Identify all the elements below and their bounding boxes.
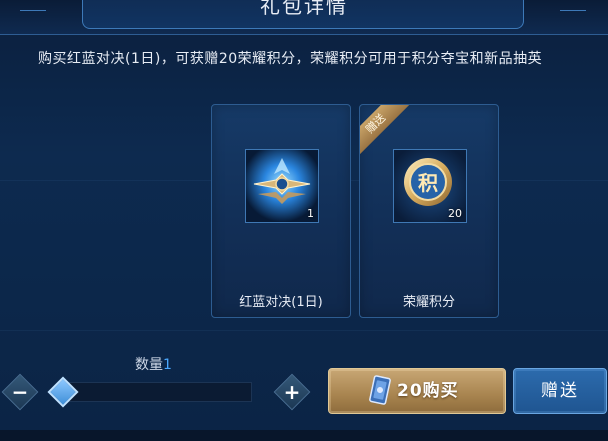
item-icon-frame[interactable]: 积 20 (393, 149, 467, 223)
pack-description: 购买红蓝对决(1日)，可获赠20荣耀积分，荣耀积分可用于积分夺宝和新品抽英 (38, 51, 543, 67)
buy-button[interactable]: 20购买 (328, 368, 506, 414)
item-icon-frame[interactable]: 1 (245, 149, 319, 223)
voucher-card-icon (369, 375, 391, 405)
item-name: 红蓝对决(1日) (239, 295, 323, 310)
item-count: 1 (307, 207, 314, 220)
background-line (0, 330, 608, 331)
quantity-slider-track[interactable] (60, 382, 252, 402)
item-name: 荣耀积分 (402, 295, 455, 310)
gift-button-label: 赠送 (541, 381, 579, 401)
decrease-quantity-button[interactable]: − (1, 373, 39, 411)
quantity-label-text: 数量 (135, 357, 163, 373)
quantity-value: 1 (163, 357, 172, 373)
item-count: 20 (448, 207, 462, 220)
item-card-honor-points[interactable]: 赠送 积 20 荣耀积分 (359, 104, 499, 318)
gift-pack-detail-screen: 礼包详情 购买红蓝对决(1日)，可获赠20荣耀积分，荣耀积分可用于积分夺宝和新品… (0, 0, 608, 441)
minus-icon: − (11, 380, 29, 404)
plus-icon: + (283, 380, 301, 404)
svg-text:积: 积 (418, 171, 438, 195)
quantity-label: 数量1 (135, 354, 172, 374)
item-card-red-blue-duel[interactable]: 1 红蓝对决(1日) (211, 104, 351, 318)
dialog-header: 礼包详情 (0, 0, 608, 35)
bottom-edge (0, 430, 608, 441)
gift-button[interactable]: 赠送 (513, 368, 607, 414)
buy-button-label: 20购买 (397, 381, 459, 401)
dialog-title: 礼包详情 (260, 0, 348, 18)
increase-quantity-button[interactable]: + (273, 373, 311, 411)
